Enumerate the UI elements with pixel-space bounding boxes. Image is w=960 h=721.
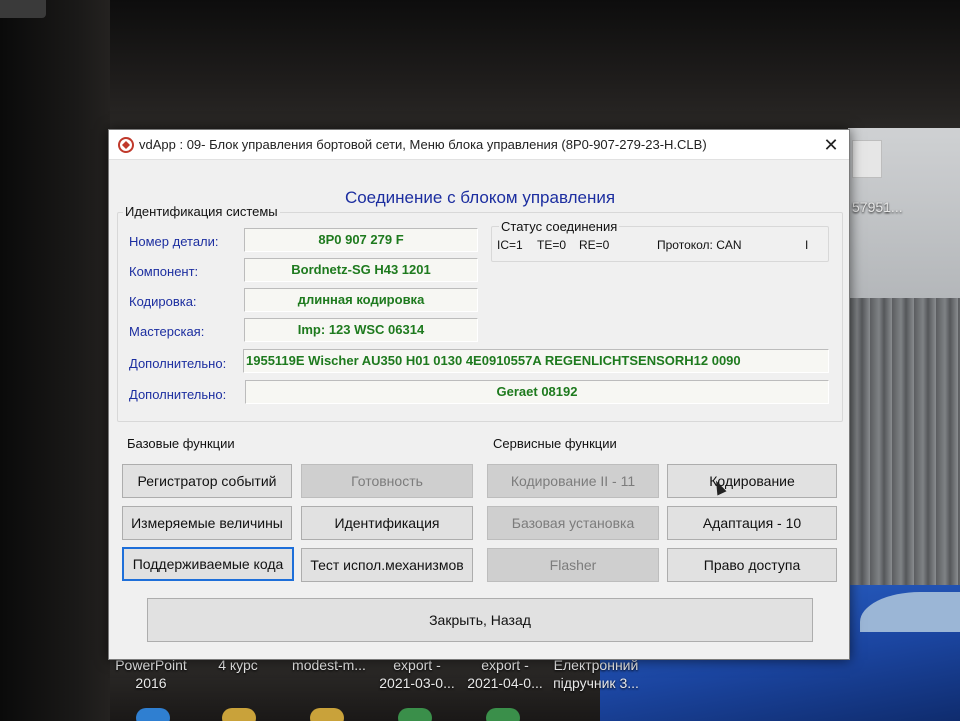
coding-button[interactable]: Кодирование — [667, 464, 837, 498]
workshop-value: Imp: 123 WSC 06314 — [244, 318, 478, 342]
taskbar-excel-icon[interactable] — [398, 708, 432, 721]
part-number-label: Номер детали: — [129, 234, 219, 249]
identification-section-label: Идентификация системы — [123, 204, 280, 219]
part-number-value: 8P0 907 279 F — [244, 228, 478, 252]
supported-codes-button[interactable]: Поддерживаемые кода — [122, 547, 294, 581]
taskbar-app-icon[interactable] — [136, 708, 170, 721]
taskbar-folder-icon[interactable] — [310, 708, 344, 721]
desktop-background-top — [0, 0, 960, 130]
actuator-test-button[interactable]: Тест испол.механизмов — [301, 548, 473, 582]
component-label: Компонент: — [129, 264, 199, 279]
desktop-icon-label-line2: 2016 — [135, 675, 167, 691]
additional-1-label: Дополнительно: — [129, 356, 227, 371]
coding-value: длинная кодировка — [244, 288, 478, 312]
readiness-button[interactable]: Готовность — [301, 464, 473, 498]
desktop-file-label: 57951... — [852, 199, 903, 215]
basic-settings-button[interactable]: Базовая установка — [487, 506, 659, 540]
additional-1-value: 1955119E Wischer AU350 H01 0130 4E091055… — [243, 349, 829, 373]
status-te: TE=0 — [537, 238, 567, 252]
status-protocol: Протокол: CAN — [657, 238, 742, 252]
connection-status-label: Статус соединения — [499, 219, 620, 234]
desktop-icon-textbook[interactable]: Електронний підручник 3... — [548, 656, 644, 692]
component-value: Bordnetz-SG H43 1201 — [244, 258, 478, 282]
desktop-icon-label-line2: підручник 3... — [553, 675, 639, 691]
additional-2-label: Дополнительно: — [129, 387, 227, 402]
desktop-icon-export-2[interactable]: export - 2021-04-0... — [462, 656, 548, 692]
desktop-background-left — [0, 0, 110, 721]
taskbar-folder-icon[interactable] — [222, 708, 256, 721]
desktop-corner-element — [0, 0, 46, 18]
coding-ii-button[interactable]: Кодирование II - 11 — [487, 464, 659, 498]
adaptation-button[interactable]: Адаптация - 10 — [667, 506, 837, 540]
desktop-icon-powerpoint[interactable]: PowerPoint 2016 — [112, 656, 190, 692]
status-re: RE=0 — [579, 238, 610, 252]
additional-2-value: Geraet 08192 — [245, 380, 829, 404]
workshop-label: Мастерская: — [129, 324, 205, 339]
identification-button[interactable]: Идентификация — [301, 506, 473, 540]
desktop-icon-export-1[interactable]: export - 2021-03-0... — [374, 656, 460, 692]
measured-values-button[interactable]: Измеряемые величины — [122, 506, 292, 540]
event-recorder-button[interactable]: Регистратор событий — [122, 464, 292, 498]
service-functions-label: Сервисные функции — [491, 436, 619, 451]
status-extra: I — [805, 238, 809, 252]
window-titlebar[interactable]: vdApp : 09- Блок управления бортовой сет… — [109, 130, 849, 160]
app-logo-icon — [118, 137, 134, 153]
basic-functions-label: Базовые функции — [125, 436, 237, 451]
access-rights-button[interactable]: Право доступа — [667, 548, 837, 582]
coding-label: Кодировка: — [129, 294, 197, 309]
close-icon[interactable]: ✕ — [815, 133, 847, 157]
desktop-file-icon[interactable] — [852, 140, 882, 178]
desktop-icon-label-line2: 2021-04-0... — [467, 675, 543, 691]
window-title: vdApp : 09- Блок управления бортовой сет… — [139, 137, 707, 152]
status-ic: IC=1 — [497, 238, 523, 252]
vdapp-window: vdApp : 09- Блок управления бортовой сет… — [108, 129, 850, 660]
taskbar-excel-icon[interactable] — [486, 708, 520, 721]
close-back-button[interactable]: Закрыть, Назад — [147, 598, 813, 642]
desktop-icon-label-line2: 2021-03-0... — [379, 675, 455, 691]
flasher-button[interactable]: Flasher — [487, 548, 659, 582]
